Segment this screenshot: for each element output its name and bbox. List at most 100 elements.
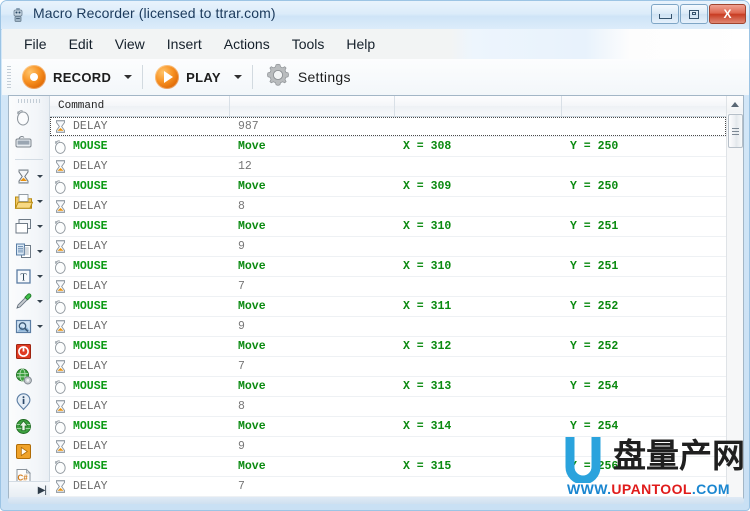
expand-toolbar-icon: ▶| xyxy=(37,484,47,496)
hourglass-icon xyxy=(52,198,69,215)
cell-command: DELAY xyxy=(50,237,230,256)
table-row[interactable]: DELAY 12 xyxy=(50,157,726,177)
sidebar-expander[interactable]: ▶| xyxy=(9,481,50,498)
cell-value: 8 xyxy=(238,400,245,413)
table-row[interactable]: DELAY 9 xyxy=(50,437,726,457)
sidebar-item-folder[interactable] xyxy=(9,189,49,214)
menu-item-tools[interactable]: Tools xyxy=(281,32,336,56)
cell-x xyxy=(395,277,562,296)
imagesearch-dropdown-caret-icon[interactable] xyxy=(37,325,43,328)
cell-command: DELAY xyxy=(50,357,230,376)
close-button[interactable]: X xyxy=(709,4,746,24)
cell-value: 7 xyxy=(238,480,245,493)
clipboard-dropdown-caret-icon[interactable] xyxy=(37,250,43,253)
folder-open-icon xyxy=(14,192,34,211)
table-row[interactable]: MOUSE Move X = 309 Y = 250 xyxy=(50,177,726,197)
menu-item-edit[interactable]: Edit xyxy=(58,32,104,56)
sidebar-item-keyboard[interactable] xyxy=(9,130,49,155)
cell-x: X = 312 xyxy=(403,340,452,353)
cell-y: Y = 251 xyxy=(570,260,619,273)
command-label: DELAY xyxy=(73,440,108,453)
client-area: T C# ▶| Command DELAY 987 MOUSE Move X =… xyxy=(8,95,744,499)
window-title: Macro Recorder (licensed to ttrar.com) xyxy=(33,5,276,21)
cell-x xyxy=(395,357,562,376)
colorpicker-dropdown-caret-icon[interactable] xyxy=(37,300,43,303)
sidebar-item-globe-upload[interactable] xyxy=(9,414,49,439)
table-row[interactable]: MOUSE Move X = 311 Y = 252 xyxy=(50,297,726,317)
table-row[interactable]: MOUSE Move X = 315 Y = 256 xyxy=(50,457,726,477)
folder-dropdown-caret-icon[interactable] xyxy=(37,200,43,203)
cell-command: MOUSE xyxy=(50,337,230,356)
vertical-scrollbar[interactable] xyxy=(726,96,743,498)
grid-header: Command xyxy=(50,96,743,117)
cell-y: Y = 254 xyxy=(570,420,619,433)
sidebar-item-clipboard[interactable] xyxy=(9,239,49,264)
column-header-value[interactable] xyxy=(230,96,395,116)
scrollbar-thumb[interactable] xyxy=(728,114,743,148)
menu-item-file[interactable]: File xyxy=(13,32,58,56)
sidebar-grip[interactable] xyxy=(18,99,40,103)
menu-item-view[interactable]: View xyxy=(104,32,156,56)
table-row[interactable]: MOUSE Move X = 312 Y = 252 xyxy=(50,337,726,357)
cell-value: Move xyxy=(238,420,266,433)
play-button[interactable]: PLAY xyxy=(150,62,226,92)
sidebar-item-globe-gear[interactable] xyxy=(9,364,49,389)
cell-x: X = 310 xyxy=(403,220,452,233)
maximize-button[interactable] xyxy=(680,4,708,24)
cell-y xyxy=(562,117,726,136)
window-dropdown-caret-icon[interactable] xyxy=(37,225,43,228)
settings-button[interactable]: Settings xyxy=(260,62,356,92)
run-script-icon xyxy=(14,442,33,461)
minimize-button[interactable] xyxy=(651,4,679,24)
table-row[interactable]: MOUSE Move X = 310 Y = 251 xyxy=(50,217,726,237)
toolbar-grip[interactable] xyxy=(7,66,11,88)
menu-item-actions[interactable]: Actions xyxy=(213,32,281,56)
record-dropdown-caret-icon[interactable] xyxy=(124,75,133,79)
title-bar: Macro Recorder (licensed to ttrar.com) X xyxy=(1,1,749,30)
table-row[interactable]: DELAY 8 xyxy=(50,197,726,217)
table-row[interactable]: MOUSE Move X = 313 Y = 254 xyxy=(50,377,726,397)
column-header-command[interactable]: Command xyxy=(50,96,230,116)
cell-x: X = 315 xyxy=(403,460,452,473)
text-dropdown-caret-icon[interactable] xyxy=(37,275,43,278)
sidebar-item-delay[interactable] xyxy=(9,164,49,189)
mouse-icon xyxy=(52,138,69,155)
delay-dropdown-caret-icon[interactable] xyxy=(37,175,43,178)
scroll-up-button[interactable] xyxy=(727,96,743,113)
sidebar-item-run-script[interactable] xyxy=(9,439,49,464)
table-row[interactable]: DELAY 987 xyxy=(50,117,726,137)
stop-icon xyxy=(14,342,33,361)
cell-value: 7 xyxy=(238,360,245,373)
sidebar-item-image-search[interactable] xyxy=(9,314,49,339)
table-row[interactable]: MOUSE Move X = 308 Y = 250 xyxy=(50,137,726,157)
sidebar-item-stop[interactable] xyxy=(9,339,49,364)
record-button[interactable]: RECORD xyxy=(17,62,116,92)
sidebar-item-info[interactable] xyxy=(9,389,49,414)
sidebar-item-text[interactable]: T xyxy=(9,264,49,289)
table-row[interactable]: DELAY 7 xyxy=(50,277,726,297)
sidebar-item-mouse[interactable] xyxy=(9,105,49,130)
table-row[interactable]: DELAY 9 xyxy=(50,237,726,257)
play-label: PLAY xyxy=(186,69,221,85)
menu-item-help[interactable]: Help xyxy=(335,32,386,56)
gear-icon xyxy=(265,62,291,93)
command-label: MOUSE xyxy=(73,380,108,393)
cell-x xyxy=(395,197,562,216)
column-header-y[interactable] xyxy=(562,96,743,116)
menu-item-insert[interactable]: Insert xyxy=(156,32,213,56)
table-row[interactable]: MOUSE Move X = 314 Y = 254 xyxy=(50,417,726,437)
mouse-icon xyxy=(52,378,69,395)
sidebar-item-color-picker[interactable] xyxy=(9,289,49,314)
sidebar-item-window[interactable] xyxy=(9,214,49,239)
table-row[interactable]: DELAY 8 xyxy=(50,397,726,417)
table-row[interactable]: MOUSE Move X = 310 Y = 251 xyxy=(50,257,726,277)
play-dropdown-caret-icon[interactable] xyxy=(233,75,242,79)
cell-y: Y = 250 xyxy=(570,140,619,153)
table-row[interactable]: DELAY 9 xyxy=(50,317,726,337)
mouse-icon xyxy=(52,458,69,475)
column-header-x[interactable] xyxy=(395,96,562,116)
table-row[interactable]: DELAY 7 xyxy=(50,477,726,497)
table-row[interactable]: DELAY 7 xyxy=(50,357,726,377)
keyboard-icon xyxy=(14,133,33,152)
cell-y xyxy=(562,437,726,456)
